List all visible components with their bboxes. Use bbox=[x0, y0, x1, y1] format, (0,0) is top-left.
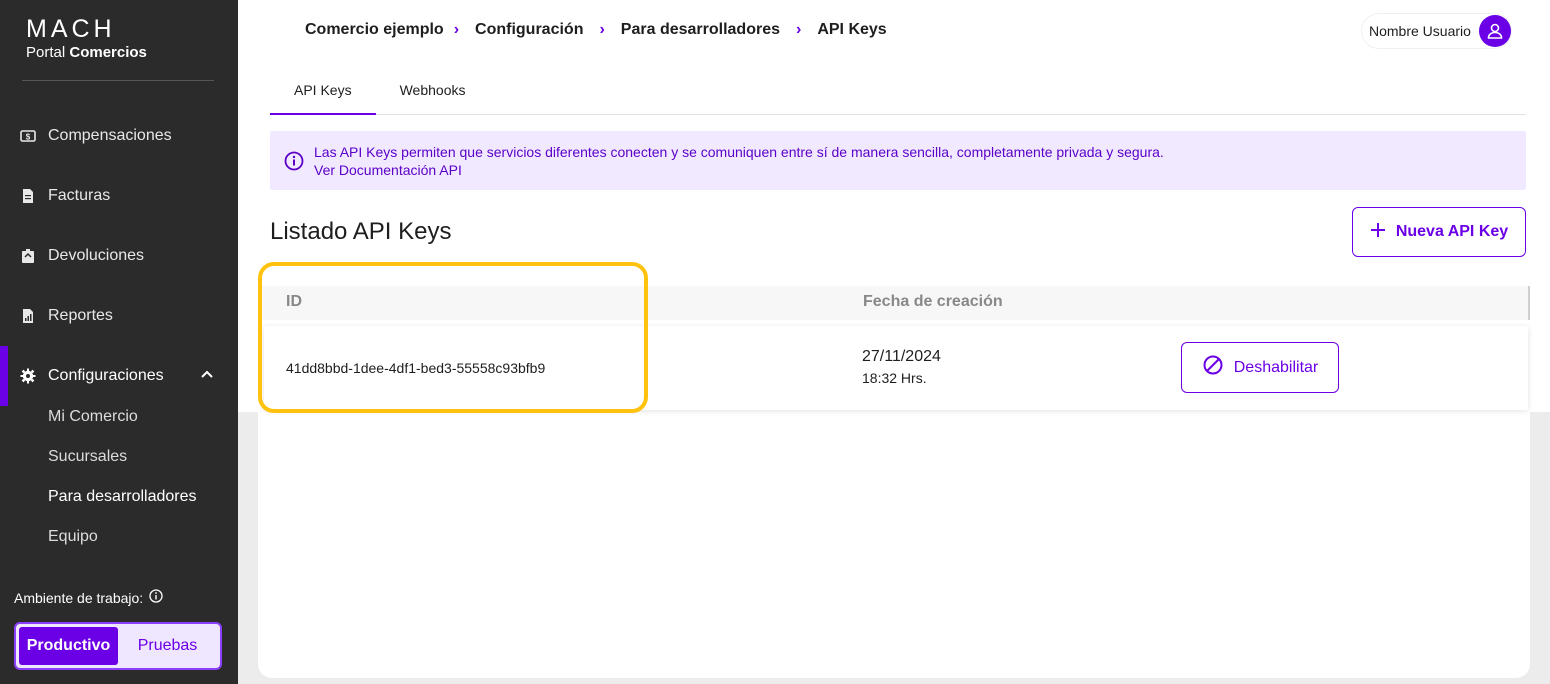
sidebar-subitem-para-desarrolladores[interactable]: Para desarrolladores bbox=[48, 488, 197, 506]
dollar-card-icon: $ bbox=[20, 128, 36, 144]
disable-button[interactable]: Deshabilitar bbox=[1181, 342, 1339, 393]
info-icon[interactable] bbox=[149, 589, 163, 606]
brand-sub-regular: Portal bbox=[26, 44, 66, 61]
user-menu[interactable]: Nombre Usuario bbox=[1362, 14, 1511, 48]
creation-time: 18:32 Hrs. bbox=[862, 370, 927, 386]
sidebar-subitem-mi-comercio[interactable]: Mi Comercio bbox=[48, 408, 138, 426]
sidebar: MACH Portal Comercios $ Compensaciones F… bbox=[0, 0, 238, 684]
docs-link[interactable]: Ver Documentación API bbox=[314, 161, 1526, 179]
sidebar-item-reportes[interactable]: Reportes bbox=[0, 296, 238, 336]
env-label-text: Ambiente de trabajo: bbox=[14, 589, 144, 606]
info-banner: Las API Keys permiten que servicios dife… bbox=[270, 131, 1526, 190]
sidebar-subitem-equipo[interactable]: Equipo bbox=[48, 528, 98, 546]
ban-icon bbox=[1202, 354, 1224, 381]
sidebar-item-compensaciones[interactable]: $ Compensaciones bbox=[0, 116, 238, 156]
sidebar-item-facturas[interactable]: Facturas bbox=[0, 176, 238, 216]
new-api-key-button[interactable]: Nueva API Key bbox=[1352, 207, 1526, 257]
svg-text:$: $ bbox=[26, 133, 31, 142]
report-chart-icon bbox=[20, 308, 36, 324]
sidebar-item-configuraciones[interactable]: Configuraciones bbox=[0, 346, 238, 406]
chevron-right-icon: › bbox=[796, 21, 802, 38]
column-header-fecha: Fecha de creación bbox=[863, 293, 1003, 310]
sidebar-subitem-sucursales[interactable]: Sucursales bbox=[48, 448, 127, 466]
info-icon bbox=[284, 151, 304, 175]
avatar[interactable] bbox=[1478, 15, 1511, 47]
new-api-key-label: Nueva API Key bbox=[1395, 223, 1509, 240]
env-label: Ambiente de trabajo: bbox=[14, 589, 163, 606]
chevron-up-icon[interactable] bbox=[200, 368, 214, 387]
creation-date: 27/11/2024 bbox=[862, 348, 941, 365]
brand-sub-bold: Comercios bbox=[69, 44, 147, 61]
user-name: Nombre Usuario bbox=[1369, 23, 1471, 39]
chevron-right-icon: › bbox=[599, 21, 605, 38]
env-option-productivo[interactable]: Productivo bbox=[19, 627, 118, 665]
brand-wordmark: MACH bbox=[26, 15, 116, 43]
disable-label: Deshabilitar bbox=[1233, 358, 1319, 376]
sidebar-divider bbox=[22, 80, 214, 81]
breadcrumb-item[interactable]: Comercio ejemplo bbox=[305, 21, 444, 39]
info-text: Las API Keys permiten que servicios dife… bbox=[314, 144, 1164, 160]
invoice-icon bbox=[20, 188, 36, 204]
brand-subtitle: Portal Comercios bbox=[26, 44, 147, 61]
env-option-pruebas[interactable]: Pruebas bbox=[118, 627, 217, 665]
breadcrumb-current: API Keys bbox=[817, 21, 887, 38]
user-icon bbox=[1487, 23, 1503, 39]
breadcrumb: Comercio ejemplo › Configuración › Para … bbox=[305, 21, 887, 39]
sidebar-item-label: Devoluciones bbox=[48, 247, 145, 264]
page-title: Listado API Keys bbox=[270, 218, 452, 245]
chevron-right-icon: › bbox=[453, 21, 460, 38]
sidebar-item-label: Compensaciones bbox=[48, 127, 172, 144]
sidebar-item-label: Facturas bbox=[48, 187, 111, 204]
breadcrumb-item[interactable]: Para desarrolladores bbox=[621, 21, 780, 39]
env-toggle[interactable]: Productivo Pruebas bbox=[14, 622, 222, 670]
plus-icon bbox=[1370, 222, 1386, 243]
id-highlight-box bbox=[258, 262, 648, 413]
tab-bar: API Keys Webhooks bbox=[270, 74, 1526, 115]
sidebar-item-label: Configuraciones bbox=[48, 367, 164, 384]
gear-icon bbox=[20, 368, 36, 384]
tab-webhooks[interactable]: Webhooks bbox=[376, 74, 490, 115]
breadcrumb-item[interactable]: Configuración bbox=[475, 21, 583, 39]
sidebar-item-label: Reportes bbox=[48, 307, 113, 324]
return-box-icon bbox=[20, 248, 36, 264]
sidebar-item-devoluciones[interactable]: Devoluciones bbox=[0, 236, 238, 276]
brand-logo[interactable]: MACH Portal Comercios bbox=[26, 16, 147, 61]
tab-api-keys[interactable]: API Keys bbox=[270, 74, 376, 115]
